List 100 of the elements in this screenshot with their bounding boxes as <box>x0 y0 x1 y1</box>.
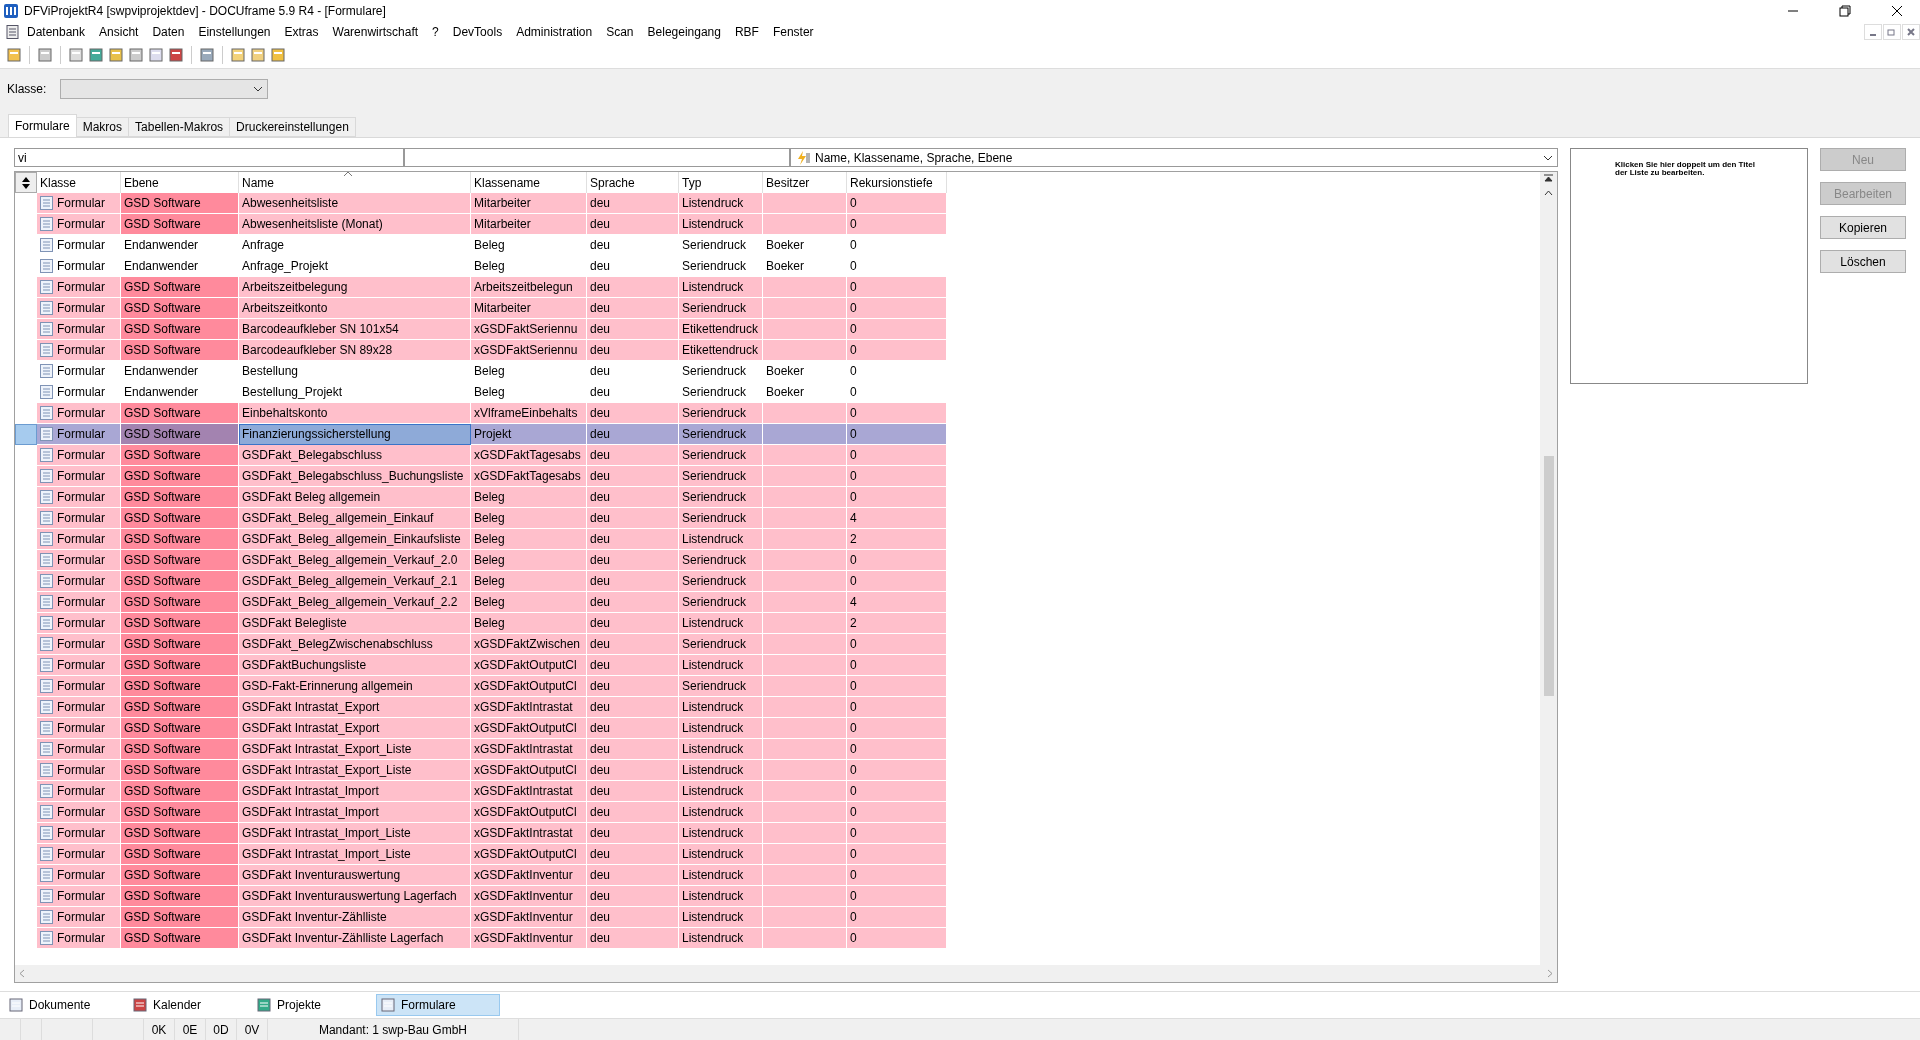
menu-item[interactable]: Daten <box>145 25 192 39</box>
bottom-tab[interactable]: Projekte <box>252 994 376 1016</box>
row-selector[interactable] <box>15 424 37 445</box>
table-cell: GSD Software <box>121 550 239 571</box>
table-cell: GSDFakt_Beleg_allgemein_Einkauf <box>239 508 471 529</box>
form-icon <box>40 259 53 273</box>
menu-item[interactable]: Extras <box>277 25 326 39</box>
menu-item[interactable]: DevTools <box>445 25 510 39</box>
table-cell: Formular <box>37 823 121 844</box>
tab[interactable]: Makros <box>75 117 130 137</box>
field-selector[interactable]: Name, Klassename, Sprache, Ebene <box>790 148 1558 167</box>
table-cell: deu <box>587 508 679 529</box>
input-field[interactable] <box>404 148 790 167</box>
menu-item[interactable]: Ansicht <box>92 25 146 39</box>
form-icon <box>40 721 53 735</box>
table-cell: Formular <box>37 739 121 760</box>
table-cell: GSD Software <box>121 823 239 844</box>
table-cell: Listendruck <box>679 928 763 949</box>
table-cell: 4 <box>847 592 947 613</box>
table-cell: Formular <box>37 613 121 634</box>
table-cell: deu <box>587 298 679 319</box>
table-cell: Formular <box>37 760 121 781</box>
table-cell: Formular <box>37 340 121 361</box>
table-cell: Seriendruck <box>679 298 763 319</box>
table-cell: Formular <box>37 802 121 823</box>
table-cell: deu <box>587 571 679 592</box>
action-button[interactable]: Kopieren <box>1820 216 1906 239</box>
table-cell: Formular <box>37 487 121 508</box>
table-cell: Barcodeaufkleber SN 89x28 <box>239 340 471 361</box>
table-cell: Formular <box>37 718 121 739</box>
table-cell: GSD Software <box>121 655 239 676</box>
table-cell: GSD Software <box>121 760 239 781</box>
menu-item[interactable]: Datenbank <box>20 25 93 39</box>
table-cell: Seriendruck <box>679 550 763 571</box>
chevron-left-icon <box>19 969 25 978</box>
table-cell: deu <box>587 613 679 634</box>
preview-title: Klicken Sie hier doppelt um den Titel der Liste zu bearbeiten. <box>1615 161 1756 177</box>
table-cell: GSD Software <box>121 340 239 361</box>
table-cell: Beleg <box>471 550 587 571</box>
menu-item[interactable]: ? <box>425 25 446 39</box>
table-cell: Arbeitszeitbelegung <box>239 277 471 298</box>
tab[interactable]: Druckereinstellungen <box>229 117 356 137</box>
menu-item[interactable]: Belegeingang <box>640 25 728 39</box>
menu-item[interactable]: Einstellungen <box>191 25 278 39</box>
search-field[interactable]: vi <box>14 148 404 167</box>
table-cell: GSDFakt Intrastat_Export_Liste <box>239 760 471 781</box>
table-cell: Formular <box>37 403 121 424</box>
form-icon <box>40 595 53 609</box>
table-cell: GSDFakt Belegliste <box>239 613 471 634</box>
bottom-tab[interactable]: Formulare <box>376 994 500 1016</box>
table-cell: Formular <box>37 466 121 487</box>
table-cell: Listendruck <box>679 886 763 907</box>
action-button[interactable]: Löschen <box>1820 250 1906 273</box>
bottom-tab[interactable]: Dokumente <box>4 994 128 1016</box>
table-cell: xVlframeEinbehalts <box>471 403 587 424</box>
table-cell: Abwesenheitsliste <box>239 193 471 214</box>
tab[interactable]: Tabellen-Makros <box>128 117 231 137</box>
table-cell: Listendruck <box>679 907 763 928</box>
table-cell: 0 <box>847 277 947 298</box>
table-cell: Formular <box>37 907 121 928</box>
table-cell: xGSDFaktInventur <box>471 886 587 907</box>
table-cell: xGSDFaktSeriennu <box>471 340 587 361</box>
bottom-tab[interactable]: Kalender <box>128 994 252 1016</box>
tab[interactable]: Formulare <box>8 114 77 137</box>
up-down-icon <box>21 176 31 189</box>
table-cell: Seriendruck <box>679 676 763 697</box>
form-icon <box>40 679 53 693</box>
sort-toggle[interactable] <box>15 172 37 193</box>
table-cell: GSDFakt_Beleg_allgemein_Einkaufsliste <box>239 529 471 550</box>
table-cell: 0 <box>847 823 947 844</box>
form-icon <box>40 826 53 840</box>
horizontal-scrollbar[interactable] <box>15 965 1557 982</box>
table-cell: GSDFakt Inventur-Zählliste <box>239 907 471 928</box>
form-icon <box>40 217 53 231</box>
table-cell: Etikettendruck <box>679 319 763 340</box>
table-cell: deu <box>587 823 679 844</box>
table-cell: 0 <box>847 340 947 361</box>
table-cell: 0 <box>847 298 947 319</box>
table-cell: deu <box>587 319 679 340</box>
menu-item[interactable]: Administration <box>509 25 600 39</box>
menu-item[interactable]: RBF <box>727 25 766 39</box>
scroll-thumb[interactable] <box>1543 456 1554 696</box>
table-cell: Beleg <box>471 487 587 508</box>
table-cell: Listendruck <box>679 529 763 550</box>
klasse-dropdown[interactable] <box>60 79 269 99</box>
mdi-window-controls-icon[interactable] <box>1864 24 1920 40</box>
table-cell: Barcodeaufkleber SN 101x54 <box>239 319 471 340</box>
table-cell: GSDFakt Intrastat_Export_Liste <box>239 739 471 760</box>
table-cell: GSD-Fakt-Erinnerung allgemein <box>239 676 471 697</box>
table-cell: Formular <box>37 193 121 214</box>
menu-item[interactable]: Scan <box>599 25 641 39</box>
form-icon <box>40 280 53 294</box>
table-cell: Listendruck <box>679 781 763 802</box>
menu-item[interactable]: Fenster <box>765 25 821 39</box>
menu-item[interactable]: Warenwirtschaft <box>325 25 426 39</box>
chevron-right-icon <box>1547 969 1553 978</box>
form-icon <box>40 847 53 861</box>
status-field: Mandant: 1 swp-Bau GmbH <box>268 1019 519 1040</box>
table-cell: 0 <box>847 718 947 739</box>
table-cell: deu <box>587 781 679 802</box>
